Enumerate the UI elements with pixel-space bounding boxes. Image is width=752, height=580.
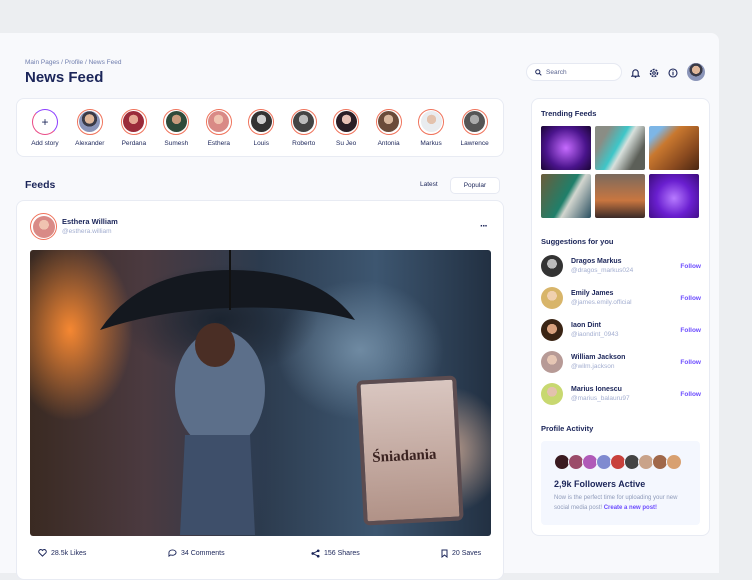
feeds-heading: Feeds [25,179,56,191]
follow-button[interactable]: Follow [680,359,701,366]
avatar[interactable] [541,383,563,405]
page-title: News Feed [25,69,104,86]
trending-thumb[interactable] [595,174,645,218]
suggestions-heading: Suggestions for you [541,237,614,246]
story-item[interactable]: Roberto [290,108,317,147]
avatar [123,111,145,132]
avatar [208,111,230,132]
trending-thumb[interactable] [595,126,645,170]
info-icon[interactable] [668,68,678,78]
follow-button[interactable]: Follow [680,295,701,302]
avatar[interactable] [541,287,563,309]
comment-icon [168,549,177,557]
search-input[interactable]: Search [526,63,622,81]
feed-tabs: Latest Popular [412,177,501,194]
post-image-sign: Śniadania [356,375,464,526]
avatar [79,111,101,132]
heart-icon [38,549,47,557]
follow-button[interactable]: Follow [680,263,701,270]
post-author-name[interactable]: Esthera William [62,217,118,226]
avatar [250,111,272,132]
avatar[interactable] [541,351,563,373]
story-item[interactable]: Sumesh [163,108,190,147]
add-story-button[interactable]: + Add story [31,108,59,147]
user-avatar[interactable] [687,63,705,81]
follower-avatars [554,454,682,470]
avatar [378,111,400,132]
follow-button[interactable]: Follow [680,327,701,334]
breadcrumb: Main Pages / Profile / News Feed [25,59,122,66]
story-item[interactable]: Lawrence [461,108,489,147]
activity-text: Now is the perfect time for uploading yo… [554,495,678,511]
plus-icon: + [31,108,58,135]
trending-grid [541,126,699,218]
avatar [293,111,315,132]
activity-heading: Profile Activity [541,424,594,433]
story-item[interactable]: Alexander [75,108,104,147]
suggestion-item: Dragos Markus @dragos_markus024 Follow [541,255,701,277]
bookmark-icon [441,549,448,558]
activity-headline: 2,9k Followers Active [554,479,646,489]
create-post-link[interactable]: Create a new post! [604,505,657,511]
story-item[interactable]: Antonia [375,108,402,147]
activity-card: 2,9k Followers Active Now is the perfect… [541,441,700,525]
avatar [464,111,486,132]
avatar [335,111,357,132]
comments-button[interactable]: 34 Comments [168,549,225,557]
share-icon [311,549,320,558]
trending-thumb[interactable] [649,174,699,218]
likes-button[interactable]: 28.5k Likes [38,549,86,557]
suggestion-item: William Jackson @wilm.jackson Follow [541,351,701,373]
trending-thumb[interactable] [541,174,591,218]
post-author-handle: @esthera.william [62,228,112,235]
follow-button[interactable]: Follow [680,391,701,398]
story-item[interactable]: Su Jeo [333,108,360,147]
story-item[interactable]: Louis [248,108,275,147]
shares-button[interactable]: 156 Shares [311,549,360,558]
bell-icon[interactable] [630,68,640,78]
story-item[interactable]: Perdana [120,108,147,147]
avatar[interactable] [541,319,563,341]
search-icon [535,68,542,76]
saves-button[interactable]: 20 Saves [441,549,481,558]
suggestion-item: Iaon Dint @iaondint_0943 Follow [541,319,701,341]
stories-bar: + Add story Alexander Perdana Sumesh Esth… [16,98,504,157]
avatar[interactable] [541,255,563,277]
trending-thumb[interactable] [541,126,591,170]
avatar [165,111,187,132]
avatar [420,111,442,132]
story-item[interactable]: Esthera [205,108,232,147]
trending-thumb[interactable] [649,126,699,170]
gear-icon[interactable] [649,68,659,78]
suggestion-item: Emily James @james.emily.official Follow [541,287,701,309]
story-item[interactable]: Markus [418,108,445,147]
tab-latest[interactable]: Latest [412,177,446,194]
more-options-icon[interactable]: ··· [480,221,488,232]
post-author-avatar[interactable] [30,213,57,240]
suggestion-item: Marius Ionescu @marius_balauru97 Follow [541,383,701,405]
tab-popular[interactable]: Popular [449,177,501,194]
trending-heading: Trending Feeds [541,109,597,118]
